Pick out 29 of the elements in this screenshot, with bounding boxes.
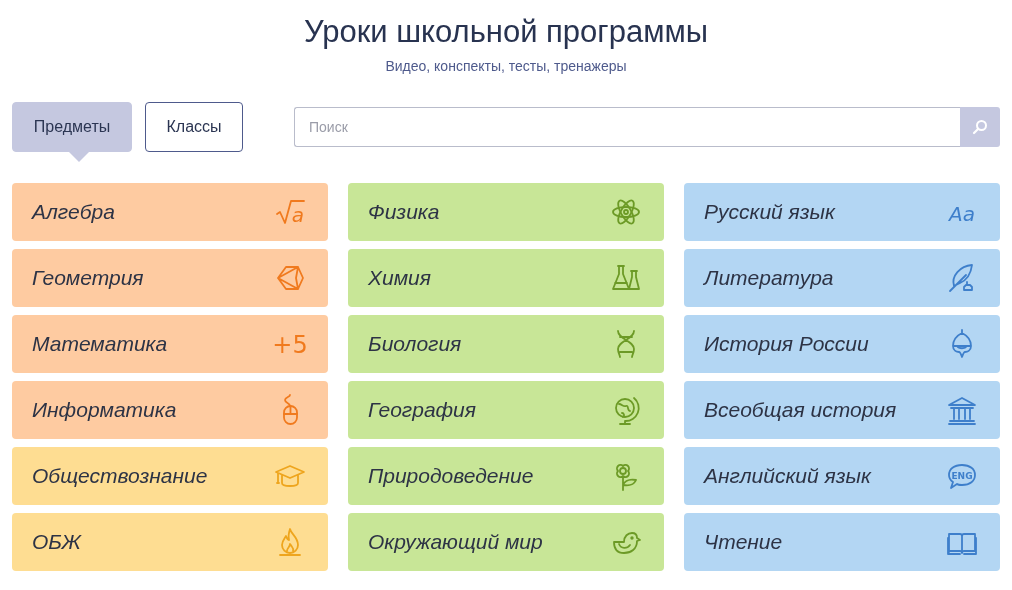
subject-card[interactable]: Английский язык ENG (684, 447, 1000, 505)
subject-card[interactable]: Геометрия (12, 249, 328, 307)
search-field[interactable]: Поиск (294, 107, 960, 147)
subject-card[interactable]: Биология (348, 315, 664, 373)
subject-card[interactable]: Химия (348, 249, 664, 307)
tab-pointer (68, 152, 89, 162)
subject-card[interactable]: Алгебра a (12, 183, 328, 241)
subject-card[interactable]: Русский язык Aa (684, 183, 1000, 241)
columns-building-icon (946, 394, 978, 426)
subject-card[interactable]: Всеобщая история (684, 381, 1000, 439)
glyph-icon: +5 (274, 328, 306, 360)
tab[interactable]: Классы (145, 102, 243, 152)
subject-card[interactable]: Информатика (12, 381, 328, 439)
search-button[interactable] (960, 107, 1000, 147)
search-icon (972, 119, 988, 135)
subject-card[interactable]: Обществознание (12, 447, 328, 505)
page-title: Уроки школьной программы (302, 13, 710, 51)
subject-card[interactable]: Физика (348, 183, 664, 241)
subject-card[interactable]: Математика +5 (12, 315, 328, 373)
subject-card[interactable]: История России (684, 315, 1000, 373)
subject-card[interactable]: География (348, 381, 664, 439)
subject-card[interactable]: Чтение (684, 513, 1000, 571)
subject-card[interactable]: Литература (684, 249, 1000, 307)
subject-card[interactable]: Окружающий мир (348, 513, 664, 571)
subject-card[interactable]: ОБЖ (12, 513, 328, 571)
subject-card[interactable]: Природоведение (348, 447, 664, 505)
tab[interactable]: Предметы (12, 102, 132, 152)
glyph-icon: Aa (946, 196, 978, 228)
page-subtitle: Видео, конспекты, тесты, тренажеры (384, 58, 628, 74)
